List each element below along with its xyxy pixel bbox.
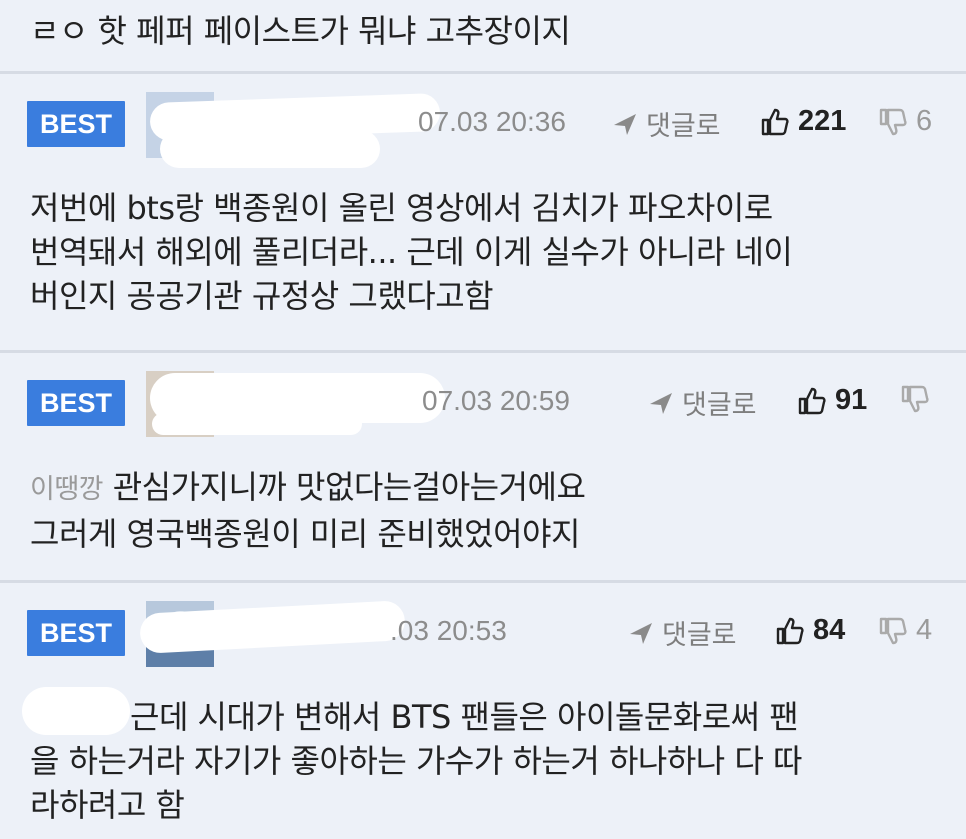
comment-timestamp: .03 20:53 — [390, 615, 507, 646]
reply-label: 댓글로 — [662, 620, 737, 651]
like-count: 221 — [798, 105, 847, 137]
reply-label: 댓글로 — [682, 390, 757, 421]
comment-body: 이땡깡 관심가지니까 맛없다는걸아는거에요 그러게 영국백종원이 미리 준비했었… — [30, 465, 940, 556]
comment-line: 번역돼서 해외에 풀리더라... 근데 이게 실수가 아니라 네이 — [30, 233, 793, 271]
dislike-button[interactable]: 4 — [878, 614, 932, 647]
redacted-username — [160, 130, 380, 168]
like-button[interactable]: 84 — [775, 614, 845, 647]
reply-arrow-icon — [614, 113, 636, 135]
dislike-button[interactable] — [900, 384, 938, 414]
reply-button[interactable]: 댓글로 — [612, 104, 721, 143]
like-button[interactable]: 91 — [797, 384, 867, 417]
dislike-button[interactable]: 6 — [878, 105, 932, 138]
best-badge: BEST — [27, 380, 125, 426]
best-badge: BEST — [27, 101, 125, 147]
redacted-username — [152, 413, 362, 435]
comment-line: 근데 시대가 변해서 BTS 팬들은 아이돌문화로써 팬 — [130, 698, 799, 736]
comment-text: ㄹㅇ 핫 페퍼 페이스트가 뭐냐 고추장이지 — [30, 12, 571, 50]
dislike-count: 6 — [916, 105, 933, 137]
comment-body: 저번에 bts랑 백종원이 올린 영상에서 김치가 파오차이로 번역돼서 해외에… — [30, 186, 940, 318]
comment-line-text: 관심가지니까 맛없다는걸아는거에요 — [112, 468, 586, 506]
reply-arrow-icon — [630, 622, 652, 644]
comment-body: 근데 시대가 변해서 BTS 팬들은 아이돌문화로써 팬 을 하는거라 자기가 … — [30, 695, 940, 827]
comment-line: 저번에 bts랑 백종원이 올린 영상에서 김치가 파오차이로 — [30, 189, 773, 227]
dislike-count: 4 — [916, 614, 933, 646]
thumbs-up-icon — [776, 617, 804, 644]
reply-label: 댓글로 — [646, 111, 721, 142]
comment-line: 을 하는거라 자기가 좋아하는 가수가 하는거 하나하나 다 따 — [30, 742, 802, 780]
reply-arrow-icon — [650, 392, 672, 414]
thumbs-down-icon — [879, 617, 907, 644]
comment-item: BEST 07.03 20:59 댓글로 91 이땡깡 관심가지니까 맛없다는걸… — [0, 353, 966, 580]
thumbs-down-icon — [879, 108, 907, 135]
like-count: 91 — [835, 384, 868, 416]
like-count: 84 — [813, 614, 846, 646]
comment-timestamp: 07.03 20:36 — [418, 106, 566, 137]
reply-button[interactable]: 댓글로 — [628, 613, 737, 652]
comment-item: BEST .03 20:53 댓글로 84 4 근데 시대가 변해서 BTS 팬… — [0, 583, 966, 839]
comment-line: 버인지 공공기관 규정상 그랬다고함 — [30, 277, 494, 315]
reply-button[interactable]: 댓글로 — [648, 383, 757, 422]
thumbs-down-icon — [901, 385, 929, 413]
thumbs-up-icon — [798, 387, 826, 414]
comment-line: 그러게 영국백종원이 미리 준비했었어야지 — [30, 515, 580, 553]
thumbs-up-icon — [761, 108, 789, 135]
mention-username[interactable]: 이땡깡 — [30, 474, 104, 505]
best-badge: BEST — [27, 610, 125, 656]
comment-line: 라하려고 함 — [30, 786, 185, 824]
comment-item: BEST 07.03 20:36 댓글로 221 6 저번에 bts랑 백종원이… — [0, 74, 966, 350]
comment-timestamp: 07.03 20:59 — [422, 385, 570, 416]
like-button[interactable]: 221 — [760, 105, 846, 138]
comment-line: 이땡깡 관심가지니까 맛없다는걸아는거에요 — [30, 465, 940, 512]
